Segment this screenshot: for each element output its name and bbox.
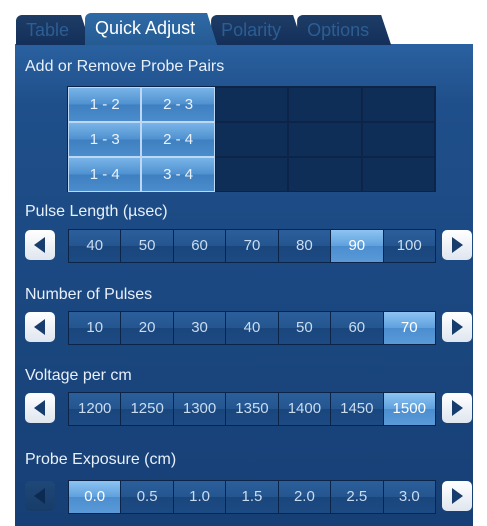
number-of-pulses-selector: 10 20 30 40 50 60 70	[25, 311, 474, 345]
pulse-length-selector: 40 50 60 70 80 90 100	[25, 229, 474, 263]
voltage-per-cm-title: Voltage per cm	[25, 367, 132, 384]
pulse-length-option[interactable]: 100	[383, 230, 435, 262]
number-of-pulses-title: Number of Pulses	[25, 286, 153, 303]
pulse-length-option[interactable]: 70	[226, 230, 278, 262]
probe-pair-cell-empty[interactable]	[214, 122, 289, 157]
probe-pair-cell[interactable]: 1 - 2	[68, 87, 142, 122]
voltage-option[interactable]: 1400	[278, 393, 331, 425]
probe-exposure-option[interactable]: 1.0	[173, 481, 226, 513]
pulse-length-decrease-button[interactable]	[25, 230, 55, 260]
probe-exposure-option[interactable]: 0.5	[121, 481, 173, 513]
quick-adjust-panel: Add or Remove Probe Pairs 1 - 2 2 - 3 1 …	[15, 44, 473, 526]
pulse-length-options: 40 50 60 70 80 90 100	[68, 229, 436, 263]
probe-pair-cell-empty[interactable]	[288, 157, 362, 192]
probe-pair-cell-empty[interactable]	[288, 122, 362, 157]
pulse-length-increase-button[interactable]	[442, 230, 472, 260]
probe-pair-cell-empty[interactable]	[214, 87, 289, 122]
pulse-length-title: Pulse Length (µsec)	[25, 203, 168, 220]
probe-pair-cell-empty[interactable]	[361, 157, 435, 192]
number-of-pulses-options: 10 20 30 40 50 60 70	[68, 311, 436, 345]
number-of-pulses-option[interactable]: 50	[278, 312, 331, 344]
number-of-pulses-option[interactable]: 40	[226, 312, 278, 344]
tab-table[interactable]: Table	[16, 15, 91, 45]
voltage-option[interactable]: 1450	[331, 393, 383, 425]
probe-pair-cell[interactable]: 1 - 3	[68, 122, 142, 157]
probe-pair-cell-empty[interactable]	[361, 87, 435, 122]
voltage-option[interactable]: 1500	[383, 393, 435, 425]
probe-exposure-option[interactable]: 0.0	[69, 481, 121, 513]
probe-exposure-option[interactable]: 2.5	[331, 481, 383, 513]
probe-exposure-selector: 0.0 0.5 1.0 1.5 2.0 2.5 3.0	[25, 480, 474, 514]
arrow-left-icon	[34, 488, 45, 504]
probe-exposure-decrease-button[interactable]	[25, 481, 55, 511]
arrow-right-icon	[452, 488, 463, 504]
voltage-increase-button[interactable]	[442, 393, 472, 423]
pulse-length-option[interactable]: 90	[331, 230, 383, 262]
arrow-left-icon	[34, 319, 45, 335]
number-of-pulses-option[interactable]: 60	[331, 312, 383, 344]
probe-exposure-title: Probe Exposure (cm)	[25, 451, 177, 468]
voltage-decrease-button[interactable]	[25, 393, 55, 423]
number-of-pulses-option[interactable]: 20	[121, 312, 173, 344]
voltage-option[interactable]: 1200	[69, 393, 121, 425]
voltage-per-cm-selector: 1200 1250 1300 1350 1400 1450 1500	[25, 392, 474, 426]
probe-exposure-options: 0.0 0.5 1.0 1.5 2.0 2.5 3.0	[68, 480, 436, 514]
tab-polarity[interactable]: Polarity	[211, 15, 303, 45]
voltage-option[interactable]: 1300	[173, 393, 226, 425]
probe-pair-cell-empty[interactable]	[214, 157, 289, 192]
probe-pair-grid: 1 - 2 2 - 3 1 - 3 2 - 4 1 - 4 3 - 4	[67, 86, 436, 192]
tab-quick-adjust[interactable]: Quick Adjust	[85, 13, 217, 45]
number-of-pulses-increase-button[interactable]	[442, 312, 472, 342]
probe-pair-cell-empty[interactable]	[361, 122, 435, 157]
probe-pair-cell[interactable]: 2 - 3	[141, 87, 215, 122]
arrow-left-icon	[34, 237, 45, 253]
probe-pair-cell-empty[interactable]	[288, 87, 362, 122]
probe-exposure-option[interactable]: 1.5	[226, 481, 278, 513]
probe-exposure-increase-button[interactable]	[442, 481, 472, 511]
voltage-per-cm-options: 1200 1250 1300 1350 1400 1450 1500	[68, 392, 436, 426]
arrow-right-icon	[452, 319, 463, 335]
number-of-pulses-option[interactable]: 10	[69, 312, 121, 344]
number-of-pulses-option[interactable]: 30	[173, 312, 226, 344]
probe-pairs-title: Add or Remove Probe Pairs	[25, 58, 225, 75]
probe-exposure-option[interactable]: 2.0	[278, 481, 331, 513]
pulse-length-option[interactable]: 80	[278, 230, 331, 262]
arrow-right-icon	[452, 237, 463, 253]
tab-bar: Table Quick Adjust Polarity Options	[16, 13, 385, 45]
pulse-length-option[interactable]: 40	[69, 230, 121, 262]
probe-exposure-option[interactable]: 3.0	[383, 481, 435, 513]
pulse-length-option[interactable]: 60	[173, 230, 226, 262]
probe-pair-cell[interactable]: 2 - 4	[141, 122, 215, 157]
arrow-right-icon	[452, 400, 463, 416]
number-of-pulses-option[interactable]: 70	[383, 312, 435, 344]
tab-options[interactable]: Options	[297, 15, 391, 45]
probe-pair-cell[interactable]: 1 - 4	[68, 157, 142, 192]
pulse-length-option[interactable]: 50	[121, 230, 173, 262]
voltage-option[interactable]: 1350	[226, 393, 278, 425]
probe-pair-cell[interactable]: 3 - 4	[141, 157, 215, 192]
voltage-option[interactable]: 1250	[121, 393, 173, 425]
arrow-left-icon	[34, 400, 45, 416]
number-of-pulses-decrease-button[interactable]	[25, 312, 55, 342]
